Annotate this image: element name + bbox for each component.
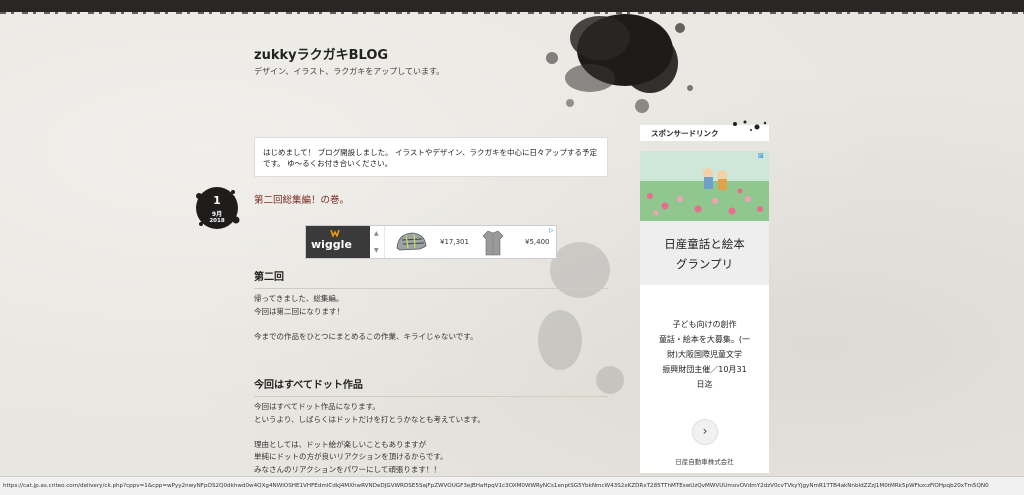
wiggle-mark-icon [330,229,340,237]
body-line: 今までの作品をひとつにまとめるこの作業、キライじゃないです。 [254,331,478,341]
intro-line: はじめまして！ ブログ開設しました。 イラストやデザイン、ラクガキを中心に日々ア… [263,148,597,157]
post-date-day: 1 [213,194,221,207]
intro-message-box: はじめまして！ ブログ開設しました。 イラストやデザイン、ラクガキを中心に日々ア… [254,137,608,177]
status-url: https://cat.jp.as.criteo.com/delivery/ck… [3,483,989,489]
body-line [254,426,485,439]
section-heading: 第二回 [254,268,608,289]
body-line [254,318,478,331]
body-line: 帰ってきました、総集編。 [254,294,344,303]
body-line: 今回はすべてドット作品になります。 [254,402,380,411]
ad-copy-line: 振興財団主催／10月31 [662,365,747,374]
chevron-up-icon[interactable]: ▲ [374,230,379,237]
post-date: 1 9月 2018 [193,184,241,232]
shirt-product-image[interactable] [482,229,504,256]
body-line: 単純にドットの方が良いリアクションを頂けるからです。 [254,452,448,461]
wiggle-logo[interactable]: wiggle [306,226,370,258]
intro-line: です。 ゆ～るくお付き合いください。 [263,159,393,168]
banner-ad-nav[interactable]: ▲ ▼ [371,226,385,258]
section-body: 帰ってきました、総集編。 今回は第二回になります！ 今までの作品をひとつにまとめ… [254,293,478,343]
browser-status-bar: https://cat.jp.as.criteo.com/delivery/ck… [0,476,1024,495]
ad-copy-line: 日迄 [696,380,713,389]
ink-splatter-decoration [733,120,767,131]
ad-copy-line: 子ども向けの創作 [672,320,737,329]
body-line: というより、しばらくはドットだけを打とうかなとも考えています。 [254,414,485,424]
wiggle-brand: wiggle [311,238,352,251]
helmet-product-image[interactable] [394,230,428,254]
product-price[interactable]: ¥5,400 [525,238,550,246]
body-line: 今回は第二回になります！ [254,306,344,316]
ad-close-icon[interactable]: ⊠ [758,152,764,160]
flower-field-illustration[interactable] [640,151,769,221]
post-date-year: 2018 [209,218,225,224]
ad-choices-icon[interactable]: ▷ [549,227,554,234]
body-line: 理由としては、ドット絵が楽しいこともありますが [254,439,427,449]
ad-title-line: 日産童話と絵本 [664,237,745,251]
ad-copy-line: 童話・絵本を大募集。(一 [658,335,751,344]
section-heading: 今回はすべてドット作品 [254,376,608,397]
product-price[interactable]: ¥17,301 [440,238,469,246]
ad-copy: 子ども向けの創作 童話・絵本を大募集。(一 財)大阪国際児童文学 振興財団主催／… [640,317,769,392]
post-date-month: 9月 [211,211,223,218]
chevron-down-icon[interactable]: ▼ [374,247,379,254]
ad-title[interactable]: 日産童話と絵本 グランプリ [640,221,769,285]
site-title[interactable]: zukkyラクガキBLOG [254,44,388,63]
top-torn-border [0,0,1024,14]
sidebar-ad[interactable]: ⊠ 日産童話と絵本 グランプリ 子ども向けの創作 童話・絵本を大募集。(一 財)… [640,151,769,473]
ink-splash-decoration [546,14,693,113]
banner-ad[interactable]: wiggle ▲ ▼ ¥17,301 ¥5,400 ▷ [305,225,557,259]
site-description: デザイン、イラスト、ラクガキをアップしています。 [254,67,445,76]
ad-title-line: グランプリ [675,257,734,271]
ad-copy-line: 財)大阪国際児童文学 [666,350,743,359]
post-title[interactable]: 第二回総集編！の巻。 [254,192,349,206]
section-body: 今回はすべてドット作品になります。 というより、しばらくはドットだけを打とうかな… [254,401,485,476]
body-line: みなさんのリアクションをパワーにして頑張ります！！ [254,464,441,474]
chevron-right-icon[interactable]: › [692,419,718,445]
ad-sponsor-name[interactable]: 日産自動車株式会社 [640,456,769,466]
